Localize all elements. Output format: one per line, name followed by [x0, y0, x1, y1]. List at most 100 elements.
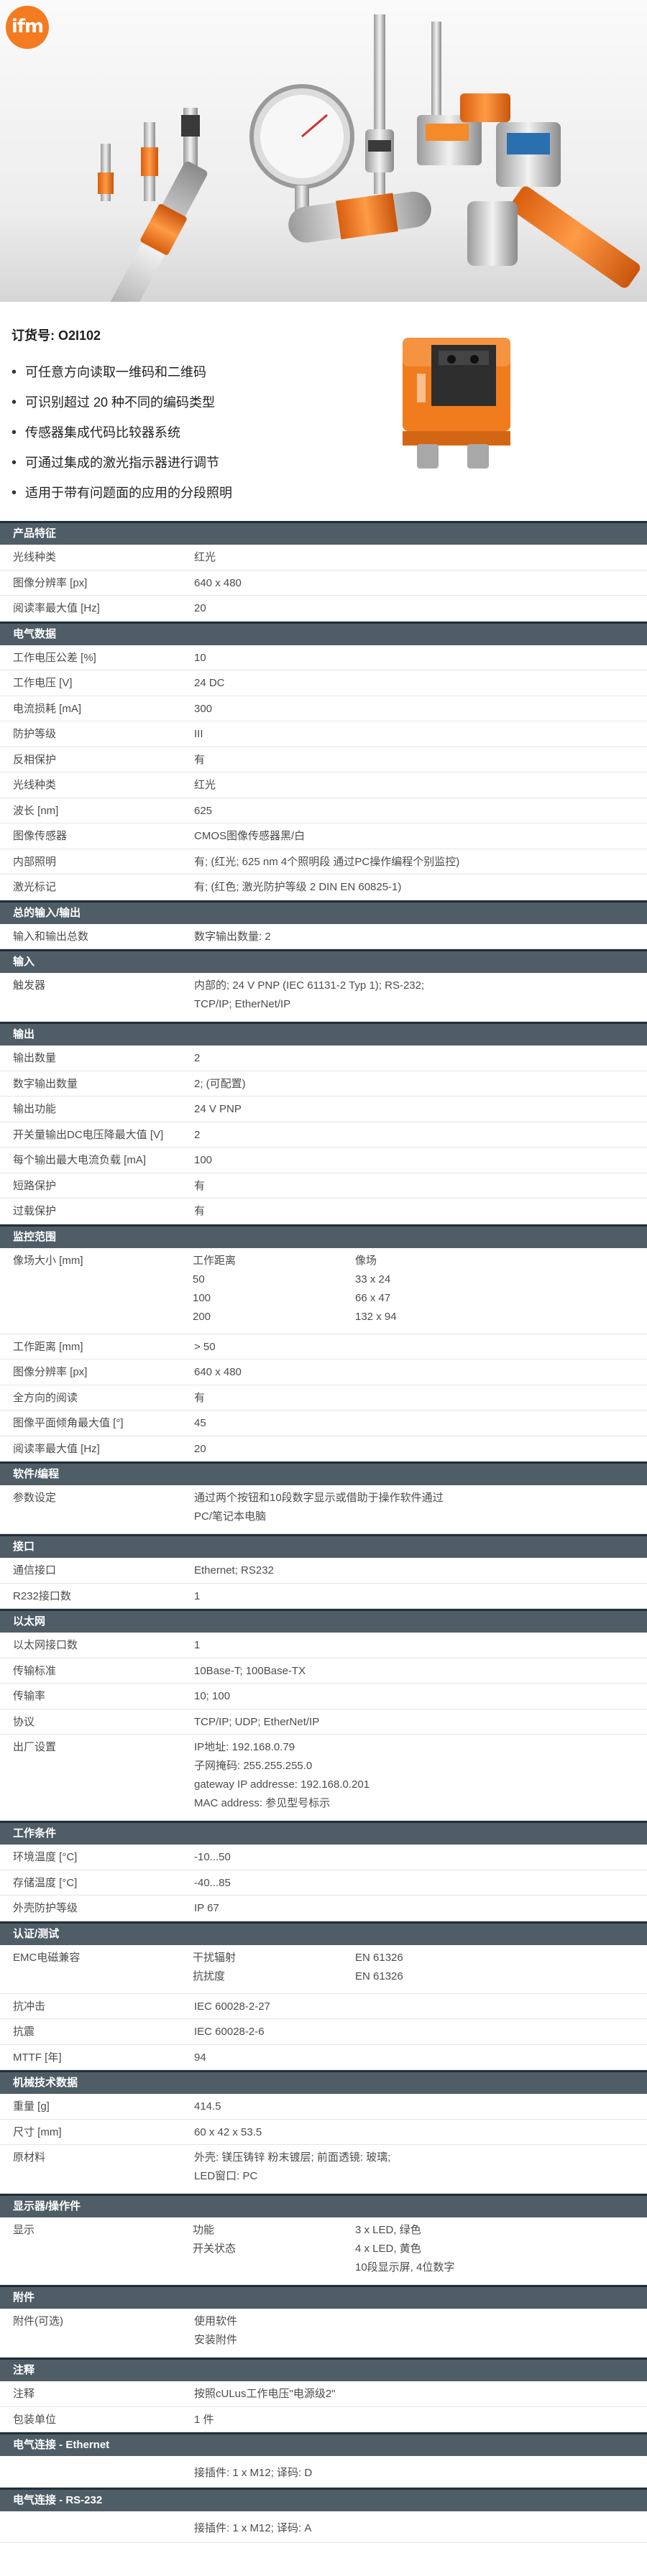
spec-key: 传输标准	[13, 1664, 57, 1677]
spec-value-line: PC/笔记本电脑	[194, 1510, 267, 1523]
sub-key: 工作距离	[193, 1254, 237, 1267]
section-outputs: 输出 输出数量 2 数字输出数量 2; (可配置) 输出功能 24 V PNP 开关量…	[0, 1022, 647, 1224]
section-title: 电气连接 - RS-232	[0, 2490, 647, 2511]
spec-row: 反相保护 有	[0, 747, 647, 772]
product-intro: 订货号: O2I102 可任意方向读取一维码和二维码 可识别超过 20 种不同的…	[0, 302, 647, 521]
section-title: 附件	[0, 2287, 647, 2309]
spec-value: 有	[194, 1391, 206, 1404]
spec-row: 包装单位 1 件	[0, 2407, 647, 2432]
section-title: 软件/编程	[0, 1464, 647, 1485]
spec-row: 环境温度 [°C] -10...50	[0, 1845, 647, 1870]
spec-key: 电流损耗 [mA]	[13, 702, 82, 715]
spec-value: 640 x 480	[194, 576, 242, 589]
sub-key: 开关状态	[193, 2243, 237, 2255]
section-title: 电气数据	[0, 623, 647, 645]
spec-row: 参数设定 通过两个按钮和10段数字显示或借助于操作软件通过 PC/笔记本电脑	[0, 1485, 647, 1534]
spec-value-line: LED窗口: PC	[194, 2170, 258, 2182]
spec-key: 开关量输出DC电压降最大值 [V]	[13, 1128, 164, 1141]
sub-key: 200	[193, 1310, 211, 1323]
spec-key	[0, 2511, 178, 2542]
feature-item: 可通过集成的激光指示器进行调节	[12, 448, 647, 478]
spec-row: 接插件: 1 x M12; 译码: D	[0, 2456, 647, 2488]
order-number: 订货号: O2I102	[12, 328, 101, 343]
spec-value: 红光	[194, 779, 216, 791]
spec-key: 传输率	[13, 1690, 46, 1702]
spec-value: 按照cULus工作电压"电源级2"	[194, 2388, 336, 2400]
spec-value: 有	[194, 1179, 206, 1192]
spec-value: TCP/IP; UDP; EtherNet/IP	[194, 1715, 320, 1728]
spec-value-line: TCP/IP; EtherNet/IP	[194, 998, 291, 1010]
spec-key: 图像分辨率 [px]	[13, 576, 88, 589]
spec-row: 注释 按照cULus工作电压"电源级2"	[0, 2381, 647, 2407]
spec-key: 图像分辨率 [px]	[13, 1366, 88, 1378]
spec-row-field-size: 像场大小 [mm] 工作距离 像场 50 33 x 24 100 66 x 47 20…	[0, 1248, 647, 1334]
accessory-link[interactable]: 使用软件	[194, 2314, 634, 2333]
section-software: 软件/编程 参数设定 通过两个按钮和10段数字显示或借助于操作软件通过 PC/笔记本…	[0, 1462, 647, 1534]
spec-key: 抗震	[13, 2026, 35, 2038]
spec-row: 抗冲击 IEC 60028-2-27	[0, 1994, 647, 2019]
feature-item: 传感器集成代码比较器系统	[12, 417, 647, 448]
sub-key: 干扰辐射	[193, 1951, 237, 1964]
spec-value-line: 通过两个按钮和10段数字显示或借助于操作软件通过	[194, 1492, 444, 1504]
spec-key: 重量 [g]	[13, 2100, 50, 2113]
spec-row: 全方向的阅读 有	[0, 1385, 647, 1411]
spec-key: 阅读率最大值 [Hz]	[13, 1442, 100, 1455]
spec-key: 全方向的阅读	[13, 1391, 78, 1404]
spec-key: 像场大小 [mm]	[13, 1254, 83, 1267]
spec-row: 出厂设置 IP地址: 192.168.0.79 子网掩码: 255.255.25…	[0, 1735, 647, 1821]
spec-value: 414.5	[194, 2100, 221, 2113]
spec-key: 注释	[13, 2388, 35, 2400]
spec-row: 附件(可选) 使用软件 安装附件	[0, 2309, 647, 2358]
section-title: 总的输入/输出	[0, 902, 647, 924]
feature-item: 可任意方向读取一维码和二维码	[12, 357, 647, 387]
spec-value: EN 61326	[355, 1970, 403, 1982]
sub-key: 50	[193, 1273, 205, 1285]
page: ifm 订货号: O2I102 可任意方向读取一维码和二维码 可识别超过 20 …	[0, 0, 647, 2543]
spec-key: 工作电压 [V]	[13, 677, 73, 689]
spec-value: 94	[194, 2051, 206, 2064]
spec-row: 波长 [nm] 625	[0, 798, 647, 823]
spec-row: 外壳防护等级 IP 67	[0, 1896, 647, 1921]
section-interfaces: 接口 通信接口 Ethernet; RS232 R232接口数 1	[0, 1534, 647, 1609]
spec-row: 重量 [g] 414.5	[0, 2094, 647, 2120]
spec-row: 触发器 内部的; 24 V PNP (IEC 61131-2 Typ 1); RS…	[0, 973, 647, 1022]
spec-key: 反相保护	[13, 753, 57, 766]
spec-row: 内部照明 有; (红光; 625 nm 4个照明段 通过PC操作编程个别监控)	[0, 849, 647, 874]
spec-row: 传输率 10; 100	[0, 1684, 647, 1709]
spec-key: 输出数量	[13, 1052, 57, 1064]
section-title: 产品特征	[0, 523, 647, 545]
spec-value-line: 外壳: 镁压铸锌 粉末镀层; 前面透镜: 玻璃;	[194, 2151, 391, 2164]
spec-value: 2	[194, 1052, 201, 1064]
spec-row: 短路保护 有	[0, 1173, 647, 1199]
spec-row: 传输标准 10Base-T; 100Base-TX	[0, 1658, 647, 1684]
section-approvals: 认证/测试 EMC电磁兼容 干扰辐射 EN 61326 抗扰度 EN 61326 抗…	[0, 1921, 647, 2070]
spec-value: 20	[194, 1442, 206, 1455]
spec-value: 10Base-T; 100Base-TX	[194, 1664, 306, 1677]
spec-row-emc: EMC电磁兼容 干扰辐射 EN 61326 抗扰度 EN 61326	[0, 1945, 647, 1994]
spec-value: 2	[194, 1128, 201, 1141]
spec-value: 有; (红色; 激光防护等级 2 DIN EN 60825-1)	[194, 881, 402, 893]
section-title: 机械技术数据	[0, 2072, 647, 2094]
spec-key: 输入和输出总数	[13, 930, 89, 943]
sub-key: 抗扰度	[193, 1970, 226, 1982]
spec-value: 使用软件 安装附件	[178, 2309, 647, 2357]
nested-table: 干扰辐射 EN 61326 抗扰度 EN 61326	[178, 1951, 647, 1988]
spec-value-line: 内部的; 24 V PNP (IEC 61131-2 Typ 1); RS-23…	[194, 979, 425, 992]
spec-value: 通过两个按钮和10段数字显示或借助于操作软件通过 PC/笔记本电脑	[178, 1485, 647, 1533]
spec-row: 输出功能 24 V PNP	[0, 1097, 647, 1122]
spec-key: 波长 [nm]	[13, 804, 59, 817]
section-connection-rs232: 电气连接 - RS-232 接插件: 1 x M12; 译码: A	[0, 2488, 647, 2543]
spec-value: 66 x 47	[355, 1291, 391, 1304]
section-inputs: 输入 触发器 内部的; 24 V PNP (IEC 61131-2 Typ 1);…	[0, 949, 647, 1022]
ifm-logo[interactable]: ifm	[6, 6, 49, 49]
section-title: 以太网	[0, 1611, 647, 1633]
spec-value: 100	[194, 1154, 213, 1166]
spec-value: 10段显示屏, 4位数字	[355, 2261, 455, 2273]
accessory-link[interactable]: 安装附件	[194, 2333, 634, 2352]
section-ethernet: 以太网 以太网接口数 1 传输标准 10Base-T; 100Base-TX 传输率…	[0, 1609, 647, 1821]
spec-row: 工作电压公差 [%] 10	[0, 645, 647, 670]
spec-key: 出厂设置	[13, 1741, 57, 1753]
spec-value: 24 DC	[194, 677, 225, 689]
spec-row: R232接口数 1	[0, 1584, 647, 1609]
spec-key: 环境温度 [°C]	[13, 1851, 78, 1863]
